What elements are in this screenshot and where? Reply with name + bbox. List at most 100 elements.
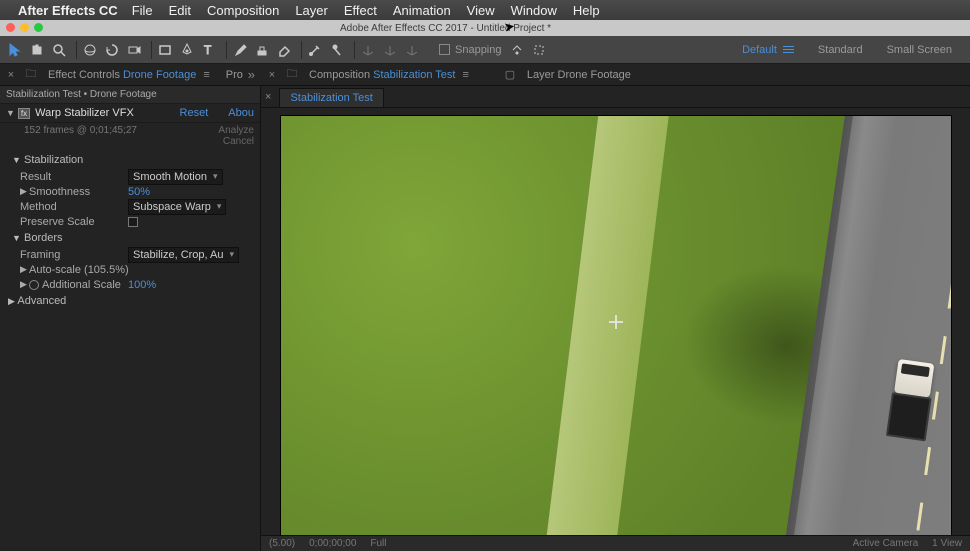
toolbar-separator xyxy=(301,41,302,59)
twirl-right-icon[interactable]: ▶ xyxy=(20,264,29,275)
twirl-right-icon[interactable]: ▶ xyxy=(20,186,29,197)
eraser-tool-icon[interactable] xyxy=(275,41,293,59)
toolbar-separator xyxy=(76,41,77,59)
menu-composition[interactable]: Composition xyxy=(207,3,279,18)
pen-tool-icon[interactable] xyxy=(178,41,196,59)
orbit-tool-icon[interactable] xyxy=(81,41,99,59)
macos-menubar: After Effects CC File Edit Composition L… xyxy=(0,0,970,20)
workspace-default-label: Default xyxy=(742,44,777,56)
additional-scale-value[interactable]: 100% xyxy=(128,279,156,291)
type-tool-icon[interactable]: T xyxy=(200,41,218,59)
param-result: Result Smooth Motion▾ xyxy=(0,169,260,184)
menu-file[interactable]: File xyxy=(132,3,153,18)
group-stabilization[interactable]: ▼ Stabilization xyxy=(0,151,260,169)
window-minimize-button[interactable] xyxy=(20,23,29,32)
effect-header[interactable]: ▼ fx Warp Stabilizer VFX Reset Abou xyxy=(0,104,260,123)
menu-layer[interactable]: Layer xyxy=(295,3,328,18)
param-preserve-scale: Preserve Scale xyxy=(0,214,260,229)
rectangle-tool-icon[interactable] xyxy=(156,41,174,59)
workspace-small-screen[interactable]: Small Screen xyxy=(875,40,964,60)
twirl-right-icon[interactable]: ▶ xyxy=(20,279,29,290)
analyze-button[interactable]: Analyze xyxy=(218,125,254,136)
axis-local-icon[interactable] xyxy=(359,41,377,59)
snapping-checkbox-icon[interactable] xyxy=(439,44,450,55)
brush-tool-icon[interactable] xyxy=(231,41,249,59)
panel-menu-icon[interactable]: ≡ xyxy=(203,69,209,81)
smoothness-label: Smoothness xyxy=(29,186,128,198)
axis-world-icon[interactable] xyxy=(381,41,399,59)
footage-preview[interactable] xyxy=(281,116,951,546)
puppet-pin-tool-icon[interactable] xyxy=(328,41,346,59)
footer-views[interactable]: 1 View xyxy=(932,538,962,549)
footer-fps[interactable]: (5.00) xyxy=(269,538,295,549)
app-name[interactable]: After Effects CC xyxy=(18,3,118,18)
group-borders[interactable]: ▼ Borders xyxy=(0,229,260,247)
right-panel-tabs: × 🗀 Composition Stabilization Test ≡ ▢ L… xyxy=(261,64,970,86)
chevron-down-icon: ▾ xyxy=(217,201,222,212)
result-dropdown[interactable]: Smooth Motion▾ xyxy=(128,169,223,185)
composition-viewer[interactable] xyxy=(261,108,970,551)
selection-tool-icon[interactable] xyxy=(6,41,24,59)
sub-tab-close-icon[interactable]: × xyxy=(265,91,271,103)
fx-badge-icon[interactable]: fx xyxy=(18,108,30,119)
panel-lock-icon[interactable]: 🗀 xyxy=(24,68,38,82)
menu-view[interactable]: View xyxy=(467,3,495,18)
menu-effect[interactable]: Effect xyxy=(344,3,377,18)
twirl-down-icon[interactable]: ▼ xyxy=(6,108,15,118)
about-link[interactable]: Abou xyxy=(228,107,254,119)
window-zoom-button[interactable] xyxy=(34,23,43,32)
autoscale-label: Auto-scale (105.5%) xyxy=(29,264,209,276)
footer-camera[interactable]: Active Camera xyxy=(853,538,919,549)
menu-edit[interactable]: Edit xyxy=(169,3,191,18)
menu-window[interactable]: Window xyxy=(511,3,557,18)
layer-panel-icon[interactable]: ▢ xyxy=(503,68,517,82)
snap-option2-icon[interactable] xyxy=(530,41,548,59)
workspace-default[interactable]: Default xyxy=(730,40,806,60)
cancel-button[interactable]: Cancel xyxy=(218,136,254,147)
framing-dropdown[interactable]: Stabilize, Crop, Au▾ xyxy=(128,247,239,263)
hand-tool-icon[interactable] xyxy=(28,41,46,59)
param-autoscale: ▶ Auto-scale (105.5%) xyxy=(0,262,260,277)
footer-timecode[interactable]: 0;00;00;00 xyxy=(309,538,356,549)
roto-brush-tool-icon[interactable] xyxy=(306,41,324,59)
additional-scale-label: Additional Scale xyxy=(42,279,128,291)
window-title-text: Adobe After Effects CC 2017 - Untitled P… xyxy=(340,23,551,34)
rotation-tool-icon[interactable] xyxy=(103,41,121,59)
tab-effect-controls[interactable]: Effect Controls Drone Footage ≡ xyxy=(44,69,214,81)
panel-lock-icon[interactable]: 🗀 xyxy=(285,68,299,82)
viewer-footer-bar: (5.00) 0;00;00;00 Full Active Camera 1 V… xyxy=(261,535,970,551)
workspace-standard[interactable]: Standard xyxy=(806,40,875,60)
chevron-down-icon: ▾ xyxy=(230,249,235,260)
menu-animation[interactable]: Animation xyxy=(393,3,451,18)
menu-help[interactable]: Help xyxy=(573,3,600,18)
stopwatch-icon[interactable] xyxy=(29,280,39,290)
method-dropdown[interactable]: Subspace Warp▾ xyxy=(128,199,226,215)
frames-text: 152 frames @ 0;01;45;27 xyxy=(24,125,137,147)
axis-view-icon[interactable] xyxy=(403,41,421,59)
preserve-scale-checkbox[interactable] xyxy=(128,217,138,227)
toolbar-separator xyxy=(354,41,355,59)
panel-close-icon[interactable]: × xyxy=(4,68,18,82)
workspace-switcher: Default Standard Small Screen xyxy=(730,40,964,60)
camera-tool-icon[interactable] xyxy=(125,41,143,59)
left-panel-tabs: × 🗀 Effect Controls Drone Footage ≡ Pro … xyxy=(0,64,261,86)
zoom-tool-icon[interactable] xyxy=(50,41,68,59)
footer-resolution[interactable]: Full xyxy=(370,538,386,549)
window-close-button[interactable] xyxy=(6,23,15,32)
tab-overflow-icon[interactable]: » xyxy=(248,67,261,82)
smoothness-value[interactable]: 50% xyxy=(128,186,150,198)
toolbar-separator xyxy=(226,41,227,59)
framing-label: Framing xyxy=(20,249,128,261)
tab-project[interactable]: Pro xyxy=(222,69,247,81)
clone-stamp-tool-icon[interactable] xyxy=(253,41,271,59)
comp-sub-tab[interactable]: Stabilization Test xyxy=(279,88,383,107)
tab-composition[interactable]: Composition Stabilization Test ≡ xyxy=(305,69,473,81)
panel-close-icon[interactable]: × xyxy=(265,68,279,82)
effect-controls-path: Stabilization Test • Drone Footage xyxy=(0,86,260,104)
snap-option-icon[interactable] xyxy=(508,41,526,59)
snapping-toggle[interactable]: Snapping xyxy=(439,41,552,59)
reset-link[interactable]: Reset xyxy=(180,107,209,119)
group-advanced[interactable]: ▶ Advanced xyxy=(0,292,260,310)
tab-layer[interactable]: Layer Drone Footage xyxy=(523,69,635,81)
panel-menu-icon[interactable]: ≡ xyxy=(463,69,469,81)
